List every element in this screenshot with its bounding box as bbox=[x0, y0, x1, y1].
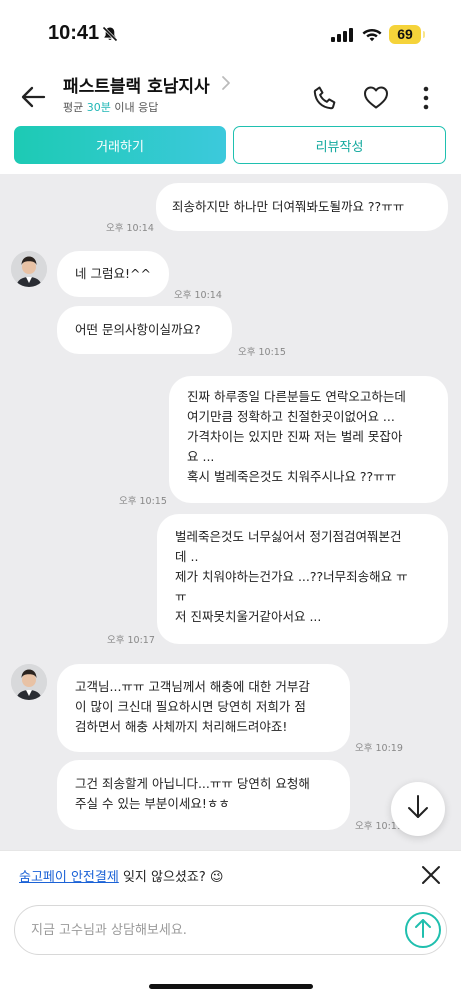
battery-tip bbox=[423, 31, 425, 38]
response-time-prefix: 평균 bbox=[63, 101, 87, 114]
message-time: 오후 10:14 bbox=[106, 223, 154, 234]
safe-pay-message: 잊지 않으셨죠? 😉 bbox=[118, 870, 224, 885]
message-bubble: 벌레죽은것도 너무싫어서 정기점검여쭤본건 데 .. 제가 치워야하는건가요 .… bbox=[157, 514, 448, 644]
message-time: 오후 10:15 bbox=[119, 496, 167, 507]
message-input-bar bbox=[0, 898, 461, 1000]
chevron-right-icon bbox=[221, 75, 231, 95]
page-title[interactable]: 패스트블랙 호남지사 bbox=[63, 77, 210, 97]
back-arrow-icon[interactable] bbox=[18, 82, 48, 112]
chat-thread[interactable]: 죄송하지만 하나만 더여쭤봐도될까요 ??ㅠㅠ 오후 10:14 네 그럼요!^… bbox=[0, 174, 461, 850]
safe-pay-link[interactable]: 숨고페이 안전결제 bbox=[19, 870, 119, 885]
send-button[interactable] bbox=[405, 912, 441, 948]
message-bubble: 어떤 문의사항이실까요? bbox=[57, 306, 232, 354]
message-bubble: 죄송하지만 하나만 더여쭤봐도될까요 ??ㅠㅠ bbox=[156, 183, 448, 231]
message-bubble: 네 그럼요!^^ bbox=[57, 251, 169, 297]
write-review-button[interactable]: 리뷰작성 bbox=[233, 126, 446, 164]
safe-pay-text: 숨고페이 안전결제 잊지 않으셨죠? 😉 bbox=[19, 866, 223, 885]
status-time: 10:41 bbox=[48, 22, 100, 44]
response-time: 평균 30분 이내 응답 bbox=[63, 99, 158, 115]
response-time-value: 30분 bbox=[86, 101, 111, 114]
message-input-box bbox=[14, 905, 447, 955]
phone-icon[interactable] bbox=[311, 84, 339, 116]
deal-button[interactable]: 거래하기 bbox=[14, 126, 226, 164]
chat-header: 패스트블랙 호남지사 평균 30분 이내 응답 bbox=[0, 64, 461, 124]
response-time-suffix: 이내 응답 bbox=[110, 101, 159, 114]
message-time: 오후 10:14 bbox=[174, 290, 222, 301]
battery-icon: 69 bbox=[389, 25, 421, 44]
message-bubble: 그건 죄송할게 아닙니다...ㅠㅠ 당연히 요청해 주실 수 있는 부분이세요!… bbox=[57, 760, 350, 830]
home-indicator bbox=[149, 984, 313, 989]
status-bar: 10:41 69 bbox=[0, 0, 461, 64]
close-icon[interactable] bbox=[420, 864, 442, 890]
avatar[interactable] bbox=[11, 664, 47, 700]
action-bar: 거래하기 리뷰작성 bbox=[0, 124, 461, 174]
signal-icon bbox=[331, 27, 355, 46]
provider-title[interactable]: 패스트블랙 호남지사 bbox=[63, 72, 230, 97]
message-time: 오후 10:19 bbox=[355, 743, 403, 754]
message-time: 오후 10:17 bbox=[107, 635, 155, 646]
message-input[interactable] bbox=[31, 906, 401, 954]
message-bubble: 진짜 하루종일 다른분들도 연락오고하는데 여기만큼 정확하고 친절한곳이없어요… bbox=[169, 376, 448, 503]
message-bubble: 고객님...ㅠㅠ 고객님께서 해충에 대한 거부감 이 많이 크신대 필요하시면… bbox=[57, 664, 350, 752]
safe-pay-banner: 숨고페이 안전결제 잊지 않으셨죠? 😉 bbox=[0, 850, 461, 898]
bell-slash-icon bbox=[101, 25, 119, 47]
wifi-icon bbox=[361, 26, 383, 46]
more-vertical-icon[interactable] bbox=[419, 84, 433, 116]
avatar[interactable] bbox=[11, 251, 47, 287]
message-time: 오후 10:15 bbox=[238, 347, 286, 358]
heart-icon[interactable] bbox=[362, 84, 390, 114]
scroll-to-bottom-button[interactable] bbox=[391, 782, 445, 836]
arrow-up-icon bbox=[414, 917, 432, 943]
arrow-down-icon bbox=[406, 794, 430, 824]
